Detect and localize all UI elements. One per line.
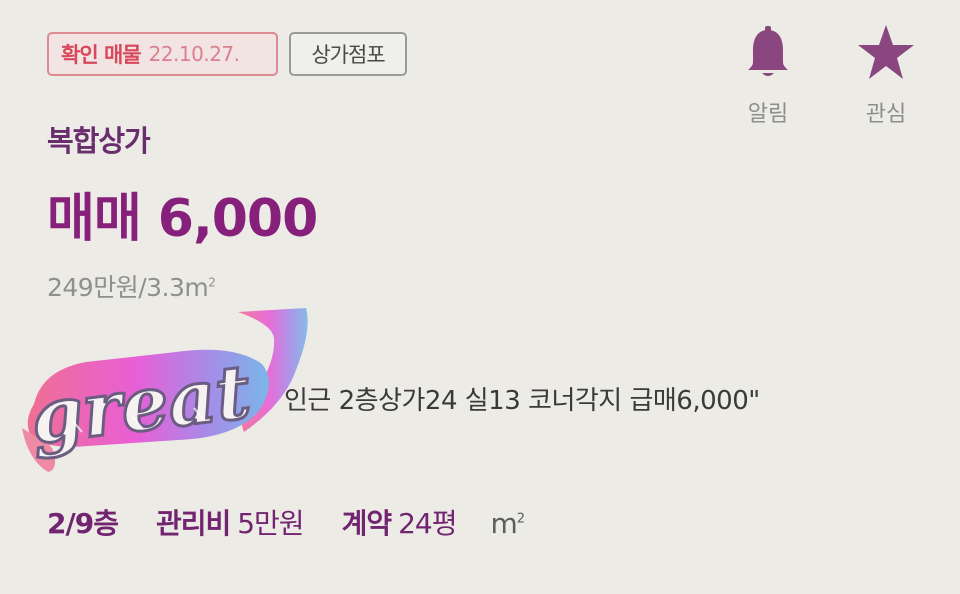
unit-price: 249만원/3.3m2: [47, 268, 216, 304]
management-fee-value: 5만원: [237, 507, 304, 540]
area-unit-text: m: [490, 507, 518, 540]
unit-price-value: 249만원/3.3: [47, 273, 185, 302]
property-type-badge: 상가점포: [289, 32, 407, 76]
sale-price: 매매 6,000: [47, 189, 318, 249]
alert-button[interactable]: 알림: [728, 24, 808, 128]
listing-description: 인근 2층상가24 실13 코너각지 급매6,000": [284, 386, 760, 416]
contract-area-value: 24평: [398, 507, 457, 540]
verified-date: 22.10.27.: [148, 42, 240, 66]
star-icon: [856, 24, 916, 82]
management-fee-label: 관리비: [155, 507, 231, 540]
spec-row: 2/9층 관리비 5만원 계약 24평 m2: [47, 502, 526, 542]
contract-area-label: 계약: [341, 507, 393, 540]
unit-price-sup: 2: [208, 275, 216, 290]
great-sticker: great: [22, 308, 308, 472]
favorite-button[interactable]: 관심: [846, 24, 926, 128]
area-unit-sup: 2: [516, 511, 525, 527]
property-subtype: 복합상가: [47, 124, 151, 158]
verified-listing-badge: 확인 매물 22.10.27.: [47, 32, 278, 76]
verified-label: 확인 매물: [61, 43, 142, 67]
unit-price-unit: m: [184, 273, 209, 302]
sticker-text: great: [26, 349, 255, 461]
alert-label: 알림: [747, 102, 789, 127]
bell-icon: [744, 24, 792, 82]
favorite-label: 관심: [865, 102, 907, 127]
floor-info: 2/9층: [47, 507, 119, 540]
area-unit: m2: [490, 507, 526, 540]
